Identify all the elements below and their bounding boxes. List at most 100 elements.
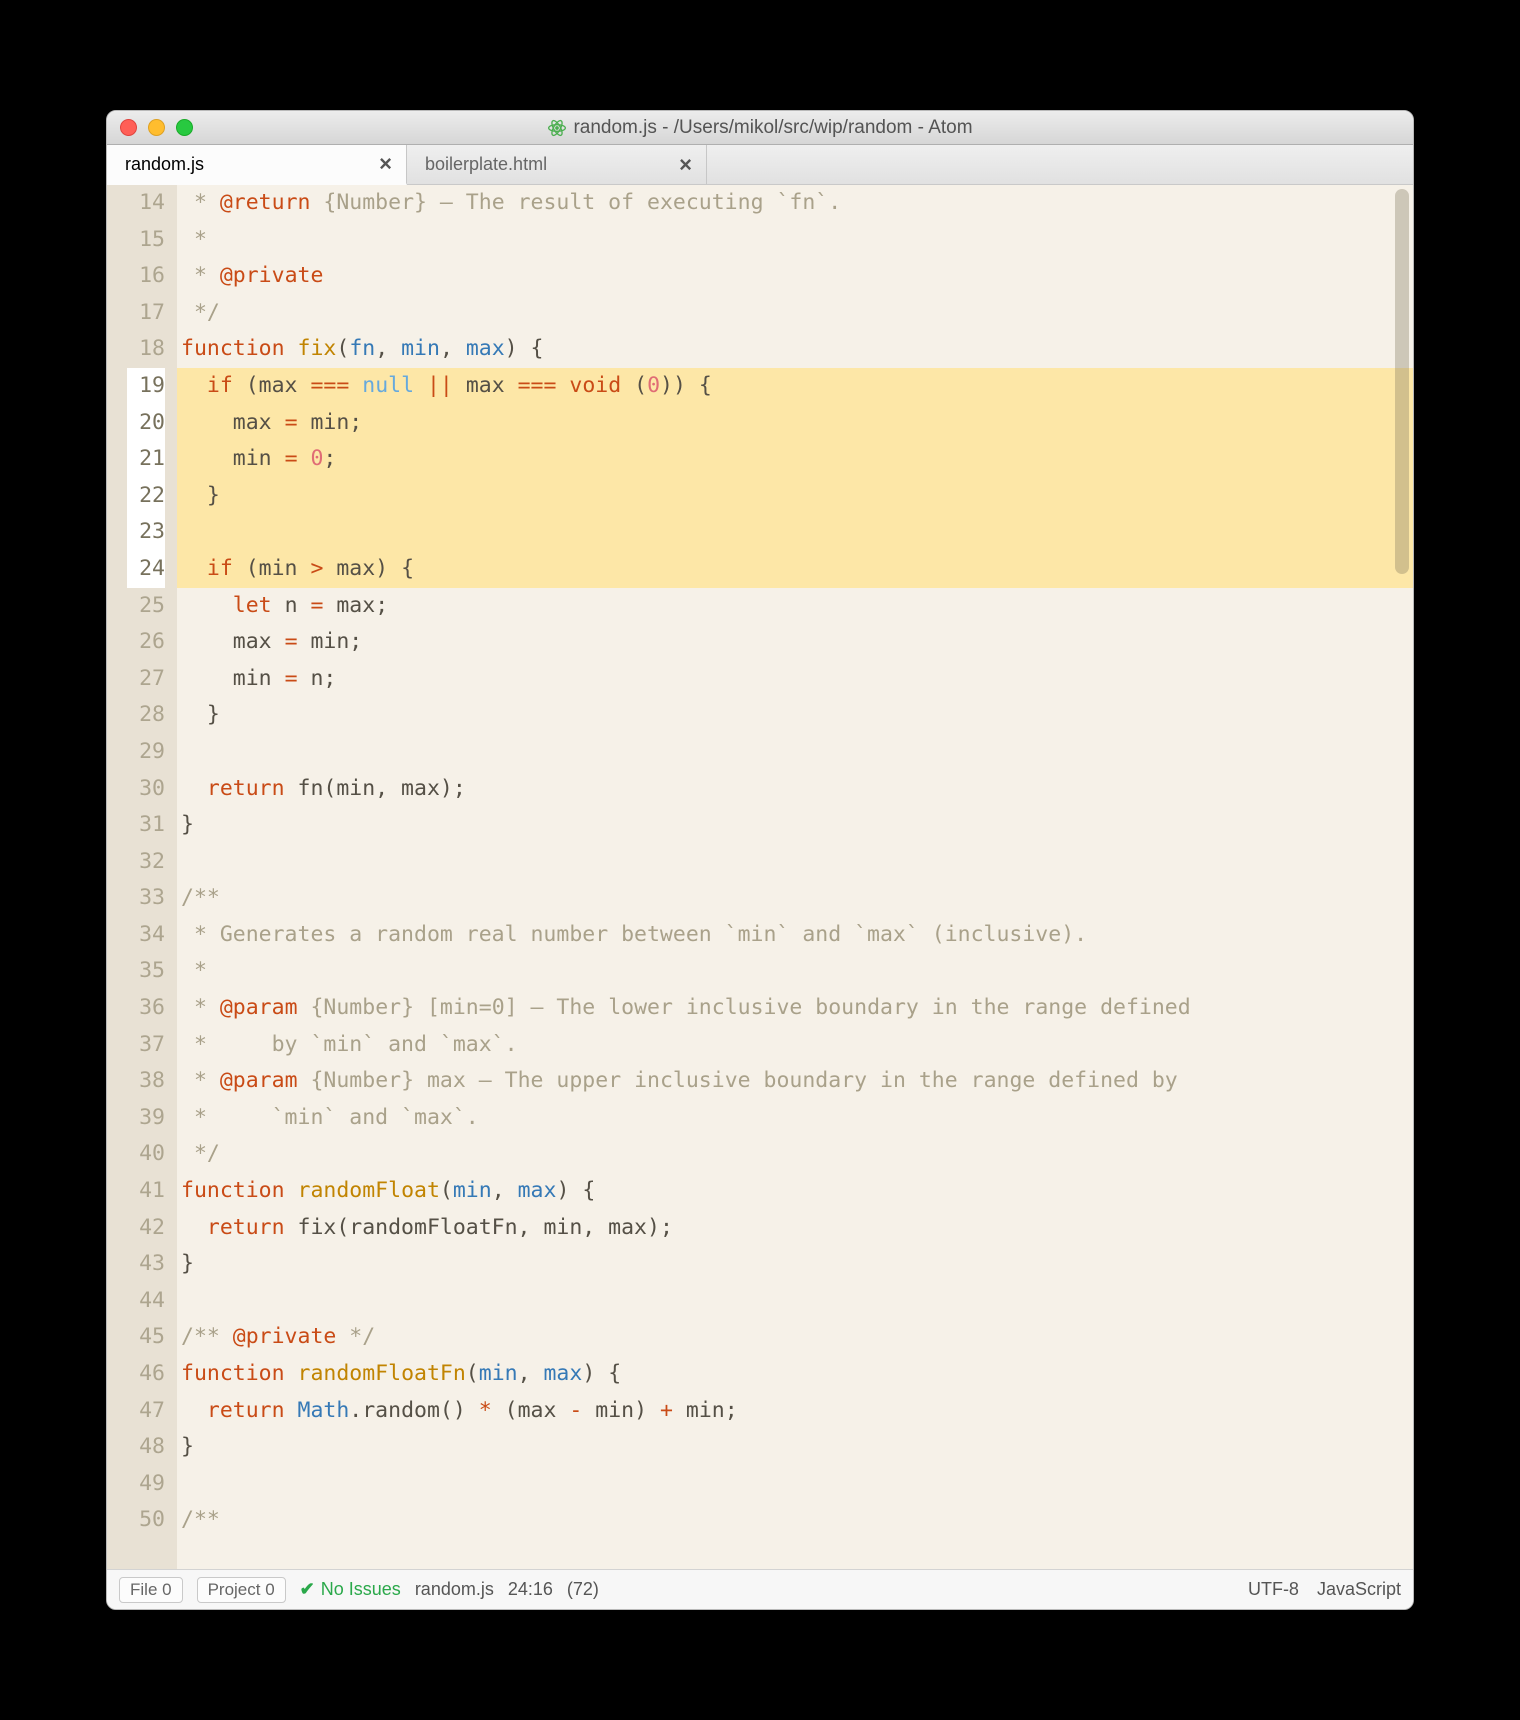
diagnostics-project-button[interactable]: Project 0	[197, 1577, 286, 1603]
line-number[interactable]: 49	[127, 1466, 165, 1503]
code-line[interactable]: /**	[177, 880, 1413, 917]
status-selection-length: (72)	[567, 1579, 599, 1600]
text-editor[interactable]: 1415161718192021222324252627282930313233…	[107, 185, 1413, 1569]
line-number[interactable]: 35	[127, 953, 165, 990]
line-number[interactable]: 39	[127, 1100, 165, 1137]
code-line[interactable]	[177, 734, 1413, 771]
code-line[interactable]: return fix(randomFloatFn, min, max);	[177, 1210, 1413, 1247]
code-line[interactable]: function randomFloatFn(min, max) {	[177, 1356, 1413, 1393]
line-number[interactable]: 40	[127, 1136, 165, 1173]
code-line[interactable]: if (min > max) {	[177, 551, 1413, 588]
tab-boilerplate-html[interactable]: boilerplate.html ×	[407, 145, 707, 184]
line-number[interactable]: 44	[127, 1283, 165, 1320]
titlebar[interactable]: random.js - /Users/mikol/src/wip/random …	[107, 111, 1413, 145]
code-line[interactable]: * Generates a random real number between…	[177, 917, 1413, 954]
line-number[interactable]: 42	[127, 1210, 165, 1247]
close-tab-icon[interactable]: ×	[679, 152, 692, 178]
code-line[interactable]: * @return {Number} – The result of execu…	[177, 185, 1413, 222]
line-number[interactable]: 16	[127, 258, 165, 295]
code-line[interactable]: * by `min` and `max`.	[177, 1027, 1413, 1064]
code-line[interactable]: *	[177, 953, 1413, 990]
line-number[interactable]: 32	[127, 844, 165, 881]
scrollbar-thumb[interactable]	[1395, 189, 1409, 574]
line-number[interactable]: 24	[127, 551, 165, 588]
tab-label: boilerplate.html	[425, 154, 547, 175]
code-line[interactable]: }	[177, 1429, 1413, 1466]
line-number[interactable]: 14	[127, 185, 165, 222]
line-number[interactable]: 17	[127, 295, 165, 332]
code-line[interactable]: min = n;	[177, 661, 1413, 698]
status-bar: File 0 Project 0 No Issues random.js 24:…	[107, 1569, 1413, 1609]
code-line[interactable]: max = min;	[177, 624, 1413, 661]
status-filename[interactable]: random.js	[415, 1579, 494, 1600]
code-line[interactable]: if (max === null || max === void (0)) {	[177, 368, 1413, 405]
atom-app-icon	[547, 118, 567, 138]
code-line[interactable]: * `min` and `max`.	[177, 1100, 1413, 1137]
line-number[interactable]: 33	[127, 880, 165, 917]
line-number[interactable]: 50	[127, 1502, 165, 1539]
code-line[interactable]	[177, 844, 1413, 881]
minimize-window-button[interactable]	[148, 119, 165, 136]
tab-random-js[interactable]: random.js ×	[107, 145, 407, 185]
line-number[interactable]: 30	[127, 771, 165, 808]
code-line[interactable]: function randomFloat(min, max) {	[177, 1173, 1413, 1210]
code-line[interactable]	[177, 1466, 1413, 1503]
line-number[interactable]: 20	[127, 405, 165, 442]
code-area[interactable]: * @return {Number} – The result of execu…	[177, 185, 1413, 1569]
status-encoding[interactable]: UTF-8	[1248, 1579, 1299, 1600]
line-number[interactable]: 23	[127, 514, 165, 551]
line-number[interactable]: 21	[127, 441, 165, 478]
line-number[interactable]: 31	[127, 807, 165, 844]
code-line[interactable]: */	[177, 1136, 1413, 1173]
status-grammar[interactable]: JavaScript	[1317, 1579, 1401, 1600]
code-line[interactable]: }	[177, 478, 1413, 515]
status-cursor-position[interactable]: 24:16	[508, 1579, 553, 1600]
code-line[interactable]: * @private	[177, 258, 1413, 295]
vertical-scrollbar[interactable]	[1395, 189, 1409, 1565]
line-number[interactable]: 22	[127, 478, 165, 515]
close-window-button[interactable]	[120, 119, 137, 136]
code-line[interactable]: return Math.random() * (max - min) + min…	[177, 1393, 1413, 1430]
code-line[interactable]: /**	[177, 1502, 1413, 1539]
close-tab-icon[interactable]: ×	[379, 151, 392, 177]
line-number[interactable]: 18	[127, 331, 165, 368]
line-number[interactable]: 28	[127, 697, 165, 734]
code-line[interactable]: */	[177, 295, 1413, 332]
code-line[interactable]: return fn(min, max);	[177, 771, 1413, 808]
code-line[interactable]: * @param {Number} max – The upper inclus…	[177, 1063, 1413, 1100]
line-number[interactable]: 19	[127, 368, 165, 405]
code-line[interactable]: function fix(fn, min, max) {	[177, 331, 1413, 368]
line-number[interactable]: 36	[127, 990, 165, 1027]
linter-status[interactable]: No Issues	[300, 1579, 401, 1600]
code-line[interactable]: let n = max;	[177, 588, 1413, 625]
tab-label: random.js	[125, 154, 204, 175]
line-number-gutter[interactable]: 1415161718192021222324252627282930313233…	[107, 185, 177, 1569]
code-line[interactable]: * @param {Number} [min=0] – The lower in…	[177, 990, 1413, 1027]
check-icon	[300, 1579, 315, 1600]
line-number[interactable]: 41	[127, 1173, 165, 1210]
line-number[interactable]: 34	[127, 917, 165, 954]
zoom-window-button[interactable]	[176, 119, 193, 136]
line-number[interactable]: 48	[127, 1429, 165, 1466]
code-line[interactable]: }	[177, 1246, 1413, 1283]
line-number[interactable]: 43	[127, 1246, 165, 1283]
line-number[interactable]: 25	[127, 588, 165, 625]
code-line[interactable]	[177, 514, 1413, 551]
line-number[interactable]: 37	[127, 1027, 165, 1064]
code-line[interactable]: *	[177, 222, 1413, 259]
code-line[interactable]	[177, 1283, 1413, 1320]
line-number[interactable]: 47	[127, 1393, 165, 1430]
line-number[interactable]: 15	[127, 222, 165, 259]
line-number[interactable]: 46	[127, 1356, 165, 1393]
code-line[interactable]: }	[177, 697, 1413, 734]
line-number[interactable]: 29	[127, 734, 165, 771]
code-line[interactable]: min = 0;	[177, 441, 1413, 478]
line-number[interactable]: 38	[127, 1063, 165, 1100]
code-line[interactable]: }	[177, 807, 1413, 844]
line-number[interactable]: 27	[127, 661, 165, 698]
line-number[interactable]: 45	[127, 1319, 165, 1356]
code-line[interactable]: max = min;	[177, 405, 1413, 442]
diagnostics-file-button[interactable]: File 0	[119, 1577, 183, 1603]
code-line[interactable]: /** @private */	[177, 1319, 1413, 1356]
line-number[interactable]: 26	[127, 624, 165, 661]
